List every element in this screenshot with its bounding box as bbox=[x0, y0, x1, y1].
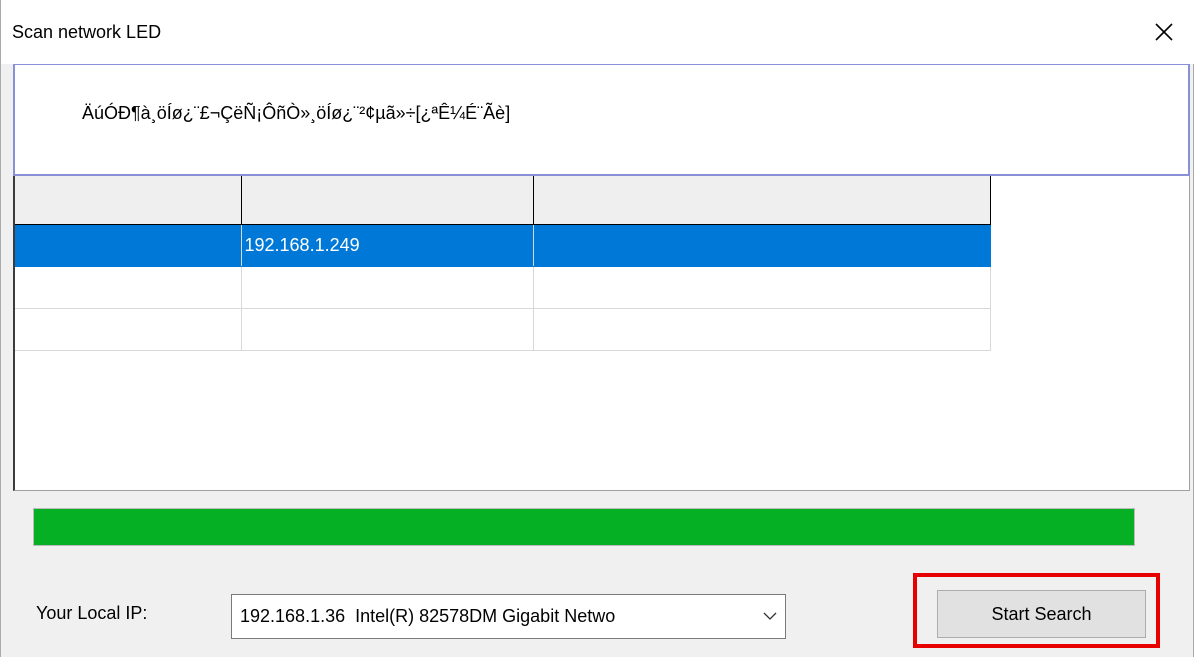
table-cell bbox=[15, 266, 242, 309]
device-table: 192.168.1.249 bbox=[15, 176, 991, 351]
local-ip-selected-value: 192.168.1.36 Intel(R) 82578DM Gigabit Ne… bbox=[240, 606, 616, 626]
device-ip-cell: 192.168.1.249 bbox=[241, 224, 534, 267]
message-text: ÄúÓÐ¶à¸öÍø¿¨£¬ÇëÑ¡ÔñÒ»¸öÍø¿¨²¢µã»÷[¿ªÊ¼É… bbox=[82, 103, 511, 123]
local-ip-label: Your Local IP: bbox=[36, 603, 148, 623]
title-bar: Scan network LED bbox=[1, 0, 1194, 64]
start-search-button[interactable]: Start Search bbox=[937, 590, 1146, 638]
device-list[interactable]: 192.168.1.249 bbox=[13, 176, 1190, 491]
table-cell bbox=[15, 308, 242, 351]
table-cell bbox=[241, 266, 534, 309]
table-cell bbox=[241, 308, 534, 351]
table-cell bbox=[533, 266, 991, 309]
column-header[interactable] bbox=[533, 176, 991, 225]
column-header[interactable] bbox=[15, 176, 242, 225]
table-cell bbox=[533, 308, 991, 351]
close-icon bbox=[1155, 23, 1173, 41]
table-row[interactable] bbox=[15, 266, 991, 309]
table-header-row bbox=[15, 176, 991, 225]
table-cell bbox=[533, 224, 991, 267]
chevron-down-icon bbox=[755, 595, 785, 638]
progress-fill bbox=[34, 509, 1134, 545]
scan-network-dialog: Scan network LED ÄúÓÐ¶à¸öÍø¿¨£¬ÇëÑ¡ÔñÒ»¸… bbox=[0, 0, 1194, 657]
table-cell bbox=[15, 224, 242, 267]
table-row[interactable] bbox=[15, 308, 991, 351]
local-ip-dropdown[interactable]: 192.168.1.36 Intel(R) 82578DM Gigabit Ne… bbox=[231, 594, 786, 639]
scan-progress-bar bbox=[33, 508, 1135, 546]
column-header[interactable] bbox=[241, 176, 534, 225]
message-panel: ÄúÓÐ¶à¸öÍø¿¨£¬ÇëÑ¡ÔñÒ»¸öÍø¿¨²¢µã»÷[¿ªÊ¼É… bbox=[13, 64, 1190, 176]
table-row[interactable]: 192.168.1.249 bbox=[15, 224, 991, 267]
close-button[interactable] bbox=[1133, 0, 1194, 64]
window-title: Scan network LED bbox=[12, 22, 162, 42]
